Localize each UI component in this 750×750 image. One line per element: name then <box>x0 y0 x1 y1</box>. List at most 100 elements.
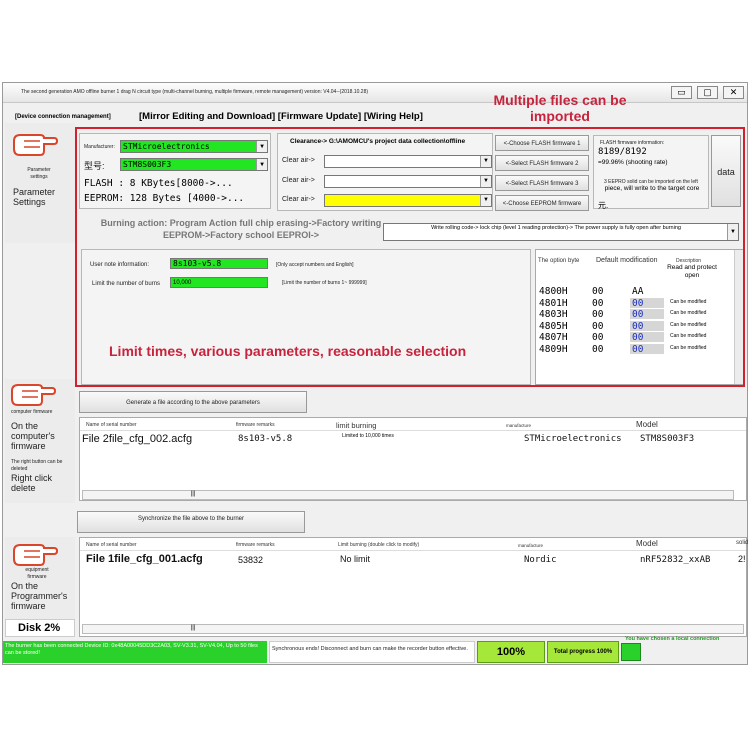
maximize-button[interactable]: ▢ <box>697 86 718 99</box>
horizontal-scrollbar[interactable]: ||| <box>82 490 734 500</box>
row-remarks: 53832 <box>238 555 264 565</box>
status-connection: The burner has been connected Device ID:… <box>3 641 267 663</box>
sync-button[interactable]: Synchronize the file above to the burner <box>77 511 305 533</box>
pointing-hand-icon <box>13 134 58 156</box>
local-connection-note: You have chosen a local connection <box>625 636 720 642</box>
close-button[interactable]: ✕ <box>723 86 744 99</box>
pointing-hand-icon <box>13 544 58 566</box>
burn-action-text: Burning action: Program Action full chip… <box>100 218 382 240</box>
col-remarks-header: firmware remarks <box>236 422 275 428</box>
option-modified: 00 <box>630 343 664 355</box>
option-modified: 00 <box>630 297 664 309</box>
write-rolling-select[interactable]: Write rolling code-> lock chip (level 1 … <box>383 223 739 241</box>
scroll-thumb[interactable]: ||| <box>173 625 213 633</box>
horizontal-scrollbar[interactable]: ||| <box>82 624 744 634</box>
user-note-hint: [Only accept numbers and English] <box>276 262 354 268</box>
firmware-path-1: Clearance-> G:\AMOMCU's project data col… <box>290 138 466 145</box>
user-note-label: User note information: <box>90 262 150 268</box>
model-select[interactable]: STM8S003F3 ▼ <box>120 158 268 171</box>
firmware-2-select[interactable]: ▼ <box>324 155 492 168</box>
row-name: File 2file_cfg_002.acfg <box>82 433 193 445</box>
clear-label-3: Clear air-> <box>282 196 315 203</box>
annotation-multiple-files: Multiple files can be imported <box>493 92 627 124</box>
option-row[interactable]: 4801H 00 00 Can be modified <box>536 297 732 309</box>
option-default: 00 <box>592 309 604 320</box>
user-note-input[interactable]: 8s103-v5.8 <box>170 258 268 269</box>
col-name-header: Name of serial number <box>86 422 137 428</box>
choose-eeprom-firmware-button[interactable]: <-Choose EEPROM firmware <box>495 195 589 211</box>
right-button-small: The right button can be deleted <box>11 459 63 472</box>
computer-firmware-label: On the computer's firmware <box>11 421 55 451</box>
col-model-header: Model <box>636 539 658 548</box>
option-row[interactable]: 4800H 00 AA <box>536 286 732 297</box>
data-button[interactable]: data <box>711 135 741 207</box>
table-row[interactable]: File 2file_cfg_002.acfg 8s103-v5.8 Limit… <box>80 430 746 445</box>
progress-indicator: 100% <box>477 641 545 663</box>
firmware-path-panel: Clearance-> G:\AMOMCU's project data col… <box>277 133 493 211</box>
limit-label: Limit the number of burns <box>92 281 161 287</box>
col-limit-header: Limit burning (double click to modify) <box>338 542 420 548</box>
firmware-info-percent: =99.96% (shooting rate) <box>598 159 668 166</box>
option-row[interactable]: 4809H 00 00 Can be modified <box>536 343 732 355</box>
option-address: 4809H <box>539 343 568 355</box>
option-default: 00 <box>592 332 604 343</box>
table-scrollbar[interactable] <box>734 250 743 384</box>
option-byte-header: The option byte <box>538 258 580 264</box>
option-default: 00 <box>592 320 604 332</box>
computer-firmware-small: computer firmware <box>11 409 53 415</box>
select-flash-firmware-3-button[interactable]: <-Select FLASH firmware 3 <box>495 175 589 191</box>
equipment-firmware-small: equipment firmware <box>25 567 49 580</box>
pointing-hand-icon <box>11 384 56 406</box>
eeprom-firmware-select[interactable]: ▼ <box>324 194 492 207</box>
firmware-info-panel: FLASH firmware information: 8189/8192 =9… <box>593 135 709 210</box>
eeprom-note: piece, will write to the target core <box>604 185 700 192</box>
option-address: 4805H <box>539 320 568 332</box>
programmer-firmware-label: On the Programmer's firmware <box>11 581 68 611</box>
sidebar-computer-section[interactable]: computer firmware On the computer's firm… <box>5 379 75 503</box>
sidebar-parameter-section[interactable]: Parameter settings Parameter Settings <box>5 123 75 243</box>
model-value: STM8S003F3 <box>123 160 172 169</box>
default-modification-header: Default modification <box>596 257 658 264</box>
chevron-down-icon: ▼ <box>480 195 491 206</box>
option-default: 00 <box>592 297 604 309</box>
computer-firmware-table: Name of serial number firmware remarks l… <box>79 417 747 501</box>
manufacturer-select[interactable]: STMicroelectronics ▼ <box>120 140 268 153</box>
clear-label-1: Clear air-> <box>282 157 315 164</box>
option-modified: 00 <box>630 309 664 320</box>
option-row[interactable]: 4803H 00 00 Can be modified <box>536 309 732 320</box>
window-title: The second generation AMO offline burner… <box>21 89 369 95</box>
option-byte-table: The option byte Default modification Des… <box>535 249 743 385</box>
firmware-info-count: 8189/8192 <box>598 147 647 157</box>
chevron-down-icon: ▼ <box>480 156 491 167</box>
choose-flash-firmware-1-button[interactable]: <-Choose FLASH firmware 1 <box>495 135 589 151</box>
col-name-header: Name of serial number <box>86 542 137 548</box>
limit-input[interactable]: 10,000 <box>170 277 268 288</box>
disk-usage-value: Disk 2% <box>18 622 61 634</box>
scroll-thumb[interactable]: ||| <box>173 491 213 499</box>
option-row[interactable]: 4805H 00 00 Can be modified <box>536 320 732 332</box>
table-row[interactable]: File 1file_cfg_001.acfg 53832 No limit N… <box>80 550 746 566</box>
chip-params-panel: Manufacturer: STMicroelectronics ▼ 型号: S… <box>79 133 271 209</box>
firmware-3-select[interactable]: ▼ <box>324 175 492 188</box>
option-row[interactable]: 4807H 00 00 Can be modified <box>536 332 732 343</box>
clear-label-2: Clear air-> <box>282 177 315 184</box>
main-menu[interactable]: [Mirror Editing and Download] [Firmware … <box>139 111 423 122</box>
minimize-button[interactable]: ▭ <box>671 86 692 99</box>
eeprom-note-char: 元. <box>598 201 609 210</box>
row-remarks: 8s103-v5.8 <box>238 434 293 444</box>
option-description: Can be modified <box>670 321 707 328</box>
option-address: 4800H <box>539 286 568 297</box>
option-description: Can be modified <box>670 298 707 305</box>
manufacturer-label: Manufacturer: <box>84 144 115 150</box>
select-flash-firmware-2-button[interactable]: <-Select FLASH firmware 2 <box>495 155 589 171</box>
col-limit-header: limit burning <box>336 421 377 430</box>
limit-hint: [Limit the number of burns 1~ 999999] <box>282 280 367 286</box>
chevron-down-icon: ▼ <box>256 159 267 170</box>
generate-file-button[interactable]: Generate a file according to the above p… <box>79 391 307 413</box>
disk-usage: Disk 2% <box>5 619 75 637</box>
option-default: 00 <box>592 286 604 297</box>
device-management-menu[interactable]: [Device connection management] <box>15 114 111 120</box>
model-label: 型号: <box>84 161 105 171</box>
write-rolling-value: Write rolling code-> lock chip (level 1 … <box>431 225 681 231</box>
col-solid-header: solid <box>736 540 749 546</box>
